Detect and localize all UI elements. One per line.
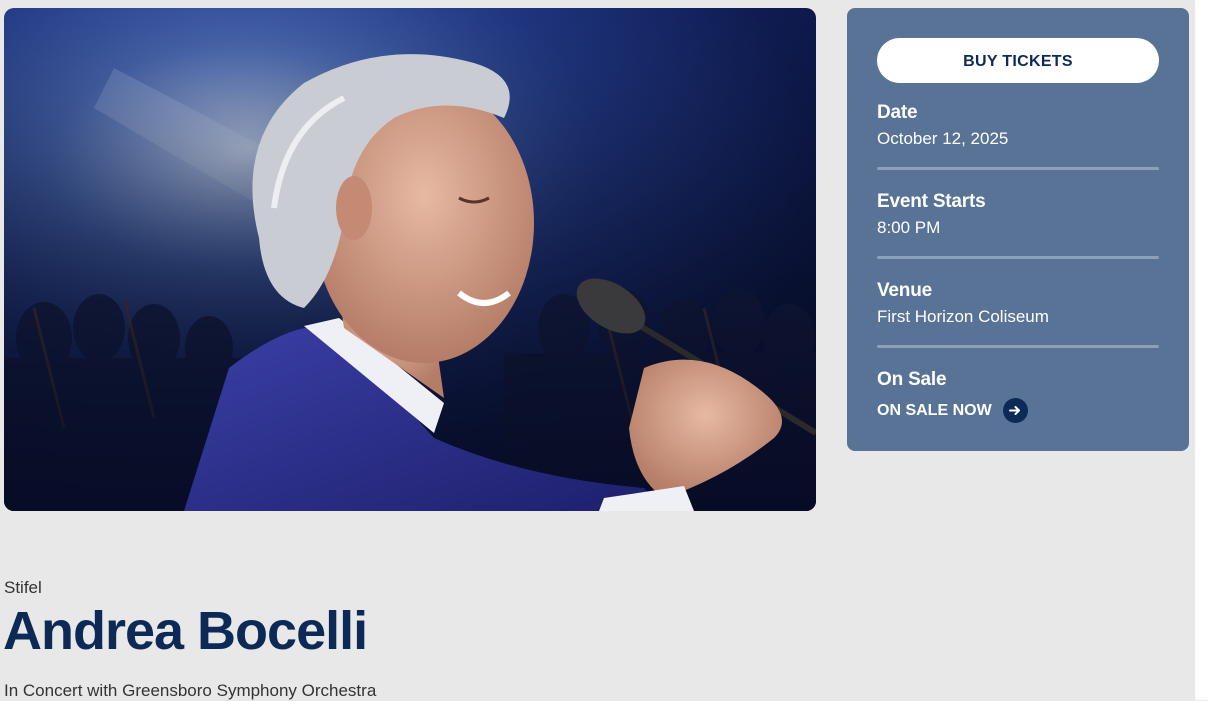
arrow-right-circle-icon[interactable]: [1002, 398, 1028, 423]
on-sale-label: On Sale: [877, 369, 947, 390]
event-subtitle: In Concert with Greensboro Symphony Orch…: [4, 681, 377, 700]
venue-value: First Horizon Coliseum: [877, 307, 1049, 326]
date-field: Date October 12, 2025: [877, 102, 1159, 149]
event-info-card: BUY TICKETS Date October 12, 2025 Event …: [847, 8, 1189, 451]
divider: [877, 167, 1159, 170]
sponsor-label: Stifel: [4, 578, 42, 597]
scrollbar-track[interactable]: [1195, 0, 1208, 700]
on-sale-now-link[interactable]: ON SALE NOW: [877, 398, 1159, 423]
date-label: Date: [877, 102, 918, 123]
event-title: Andrea Bocelli: [3, 601, 368, 661]
event-hero-image: [4, 8, 816, 511]
on-sale-now-text: ON SALE NOW: [877, 401, 992, 419]
divider: [877, 345, 1159, 348]
event-starts-field: Event Starts 8:00 PM: [877, 191, 1159, 238]
venue-label: Venue: [877, 280, 932, 301]
on-sale-field: On Sale ON SALE NOW: [877, 369, 1159, 423]
event-starts-label: Event Starts: [877, 191, 986, 212]
event-starts-value: 8:00 PM: [877, 218, 941, 237]
venue-field: Venue First Horizon Coliseum: [877, 280, 1159, 327]
divider: [877, 256, 1159, 259]
buy-tickets-button[interactable]: BUY TICKETS: [877, 38, 1159, 83]
date-value: October 12, 2025: [877, 129, 1009, 148]
performer-photo: [4, 8, 816, 511]
